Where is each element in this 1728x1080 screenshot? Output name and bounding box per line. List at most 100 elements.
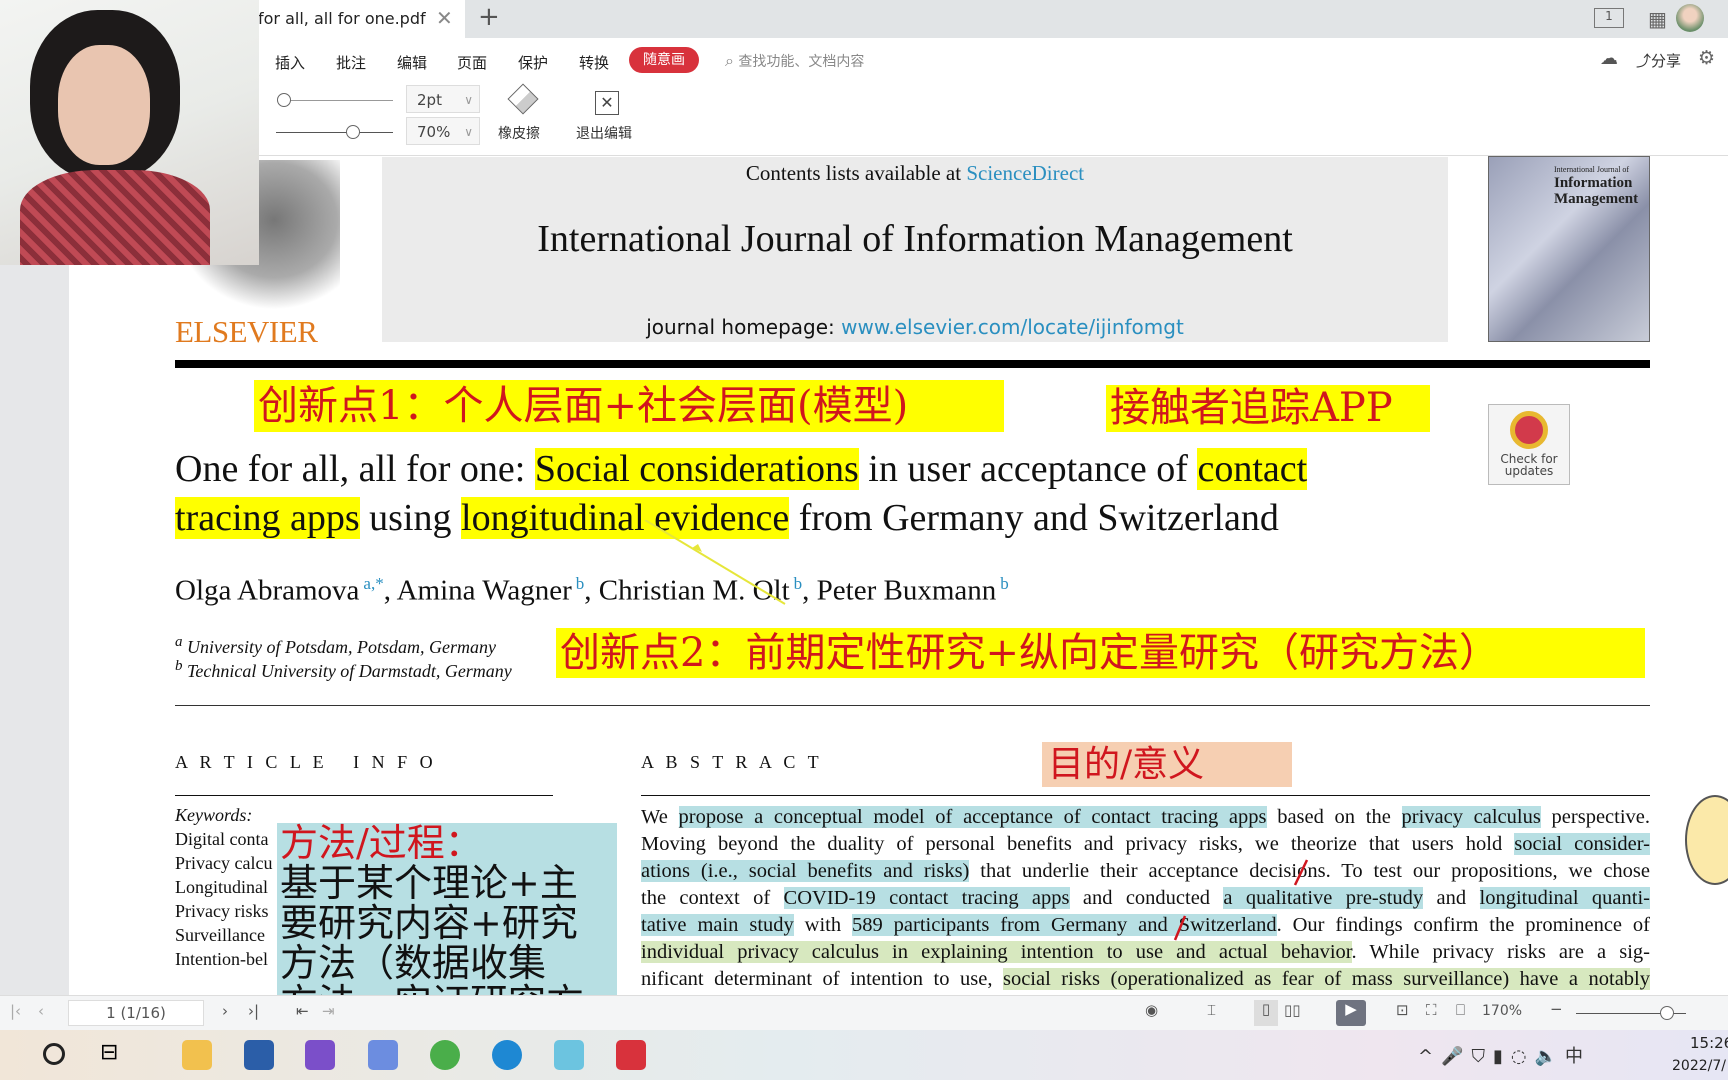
text-run: . While privacy risks are a sig- [1351,941,1651,963]
fit-width-icon[interactable]: ⎕ [1456,1001,1465,1019]
clock-time[interactable]: 15:26 [1690,1034,1728,1052]
wps-office-icon[interactable] [616,1040,646,1070]
annotation-method-line: 要研究内容+研究 [280,901,578,945]
live-app-icon[interactable] [554,1040,584,1070]
article-info-heading: A R T I C L E I N F O [175,752,437,772]
task-view-icon[interactable]: ⊟ [100,1040,118,1065]
stroke-width-slider[interactable] [278,100,393,101]
opacity-select[interactable]: 70% ∨ [406,117,480,145]
prev-page-icon[interactable]: ‹ [38,1002,44,1020]
chevron-down-icon: ∨ [464,125,473,139]
menu-edit[interactable]: 编辑 [397,52,427,73]
homepage-link[interactable]: www.elsevier.com/locate/ijinfomgt [841,315,1184,339]
journal-header-box: Contents lists available at ScienceDirec… [382,157,1448,342]
new-tab-icon[interactable]: + [478,2,500,32]
cloud-sync-icon[interactable]: ☁ [1600,48,1618,69]
share-icon: ⤴ [1636,52,1652,70]
menu-protect[interactable]: 保护 [518,52,548,73]
cortana-search-icon[interactable] [43,1043,65,1065]
stroke-width-slider-knob[interactable] [277,93,291,107]
share-button[interactable]: ⤴分享 [1636,50,1681,71]
annotation-method-process[interactable]: 方法/过程： 基于某个理论+主 要研究内容+研究 方法（数据收集 方法、实证研究… [277,823,617,995]
tab-title: for all, all for one.pdf [258,9,426,28]
check-for-updates-badge[interactable]: Check for updates [1488,404,1570,485]
keyword-item: Privacy risks [175,901,269,921]
author-name[interactable]: , Amina Wagner [384,575,572,607]
presenter-face [58,45,150,165]
file-explorer-icon[interactable] [182,1040,212,1070]
presenter-shirt [20,170,210,265]
highlighted-text: privacy calculus [1401,806,1541,828]
eraser-button[interactable]: 橡皮擦 [498,123,540,143]
menu-page[interactable]: 页面 [457,52,487,73]
page-number-input[interactable]: 1 (1/16) [68,1000,204,1026]
highlighted-text: tracing apps [175,497,360,539]
text-run: in user acceptance of [858,448,1198,490]
ink-slash-mark [1173,915,1187,941]
highlighted-text: Social considerations [534,448,859,490]
tab-document[interactable]: for all, all for one.pdf [250,0,465,38]
opacity-value: 70% [417,123,451,141]
menu-insert[interactable]: 插入 [275,52,305,73]
ie-browser-icon[interactable] [430,1040,460,1070]
edge-browser-icon[interactable] [492,1040,522,1070]
text-run: using [359,497,462,539]
continuous-view-icon[interactable]: ▯ [1254,1000,1278,1026]
affiliation-text: University of Potsdam, Potsdam, Germany [187,637,496,657]
highlighted-text: longitudinal quanti- [1479,887,1650,909]
back-icon[interactable]: ⇤ [296,1002,309,1020]
homepage-prefix: journal homepage: [646,315,842,339]
system-tray-icons[interactable]: ^🎤⛉▮◌🔈中 [1418,1042,1591,1068]
affiliation-sup: b [175,658,183,674]
sciencedirect-link[interactable]: ScienceDirect [966,161,1084,185]
opacity-slider-knob[interactable] [346,125,360,139]
keyword-item: Digital conta [175,829,269,849]
menu-freehand-draw[interactable]: 随意画 [629,47,699,73]
settings-gear-icon[interactable]: ⚙ [1698,47,1715,69]
author-affiliation-sup[interactable]: b [576,574,585,593]
stroke-width-select[interactable]: 2pt ∨ [406,85,480,113]
exit-edit-button[interactable]: 退出编辑 [576,123,632,143]
zoom-select[interactable]: 170% [1482,1003,1522,1019]
visual-studio-icon[interactable] [305,1040,335,1070]
contents-prefix: Contents lists available at [745,161,967,185]
search-placeholder: 查找功能、文档内容 [738,54,865,70]
zoom-out-icon[interactable]: − [1550,1000,1563,1018]
store-icon[interactable] [244,1040,274,1070]
actual-size-icon[interactable]: ⊡ [1396,1001,1409,1019]
menu-convert[interactable]: 转换 [579,52,609,73]
affiliation-b: b Technical University of Darmstadt, Ger… [175,658,512,682]
search-box[interactable]: ⌕ 查找功能、文档内容 [725,51,864,71]
text-run: nificant determinant of intention to use… [641,968,1003,990]
annotation-innovation-1[interactable]: 创新点1：个人层面+社会层面(模型) [254,380,1004,432]
annotation-contact-tracing-app[interactable]: 接触者追踪APP [1106,385,1430,432]
ink-slash-mark [1293,859,1309,886]
bookmark-icon [1510,411,1548,449]
next-page-icon[interactable]: › [222,1002,228,1020]
annotation-method-line: 方法（数据收集 [280,941,547,985]
clock-date[interactable]: 2022/7/ [1672,1058,1726,1074]
last-page-icon[interactable]: ›| [248,1002,259,1020]
menu-annotate[interactable]: 批注 [336,52,366,73]
first-page-icon[interactable]: |‹ [10,1002,21,1020]
journal-cover-image: International Journal of Information Man… [1488,156,1650,342]
dual-page-icon[interactable]: ▯▯ [1284,1001,1301,1019]
close-tab-icon[interactable]: ✕ [436,6,453,30]
opacity-slider[interactable] [276,132,393,133]
forward-icon[interactable]: ⇥ [322,1002,335,1020]
annotation-method-line: 方法、实证研究方 [280,983,617,995]
single-page-icon[interactable]: ⌶ [1207,1001,1216,1019]
eye-protection-icon[interactable]: ◉ [1145,1001,1158,1019]
author-affiliation-sup[interactable]: a,* [363,574,383,593]
settings-app-icon[interactable] [368,1040,398,1070]
zoom-slider-knob[interactable] [1660,1006,1674,1020]
apps-grid-icon[interactable]: ▦ [1648,7,1667,31]
exit-edit-icon[interactable]: ✕ [595,91,619,115]
avatar[interactable] [1676,4,1704,32]
highlighted-text: contact [1197,448,1308,490]
cover-subtitle: International Journal of [1554,165,1630,174]
play-slideshow-icon[interactable]: ▶ [1336,1000,1366,1026]
page-layout-icon[interactable]: 1 [1594,8,1624,28]
fit-page-icon[interactable]: ⛶ [1426,1001,1437,1019]
author-name[interactable]: Olga Abramova [175,575,359,607]
